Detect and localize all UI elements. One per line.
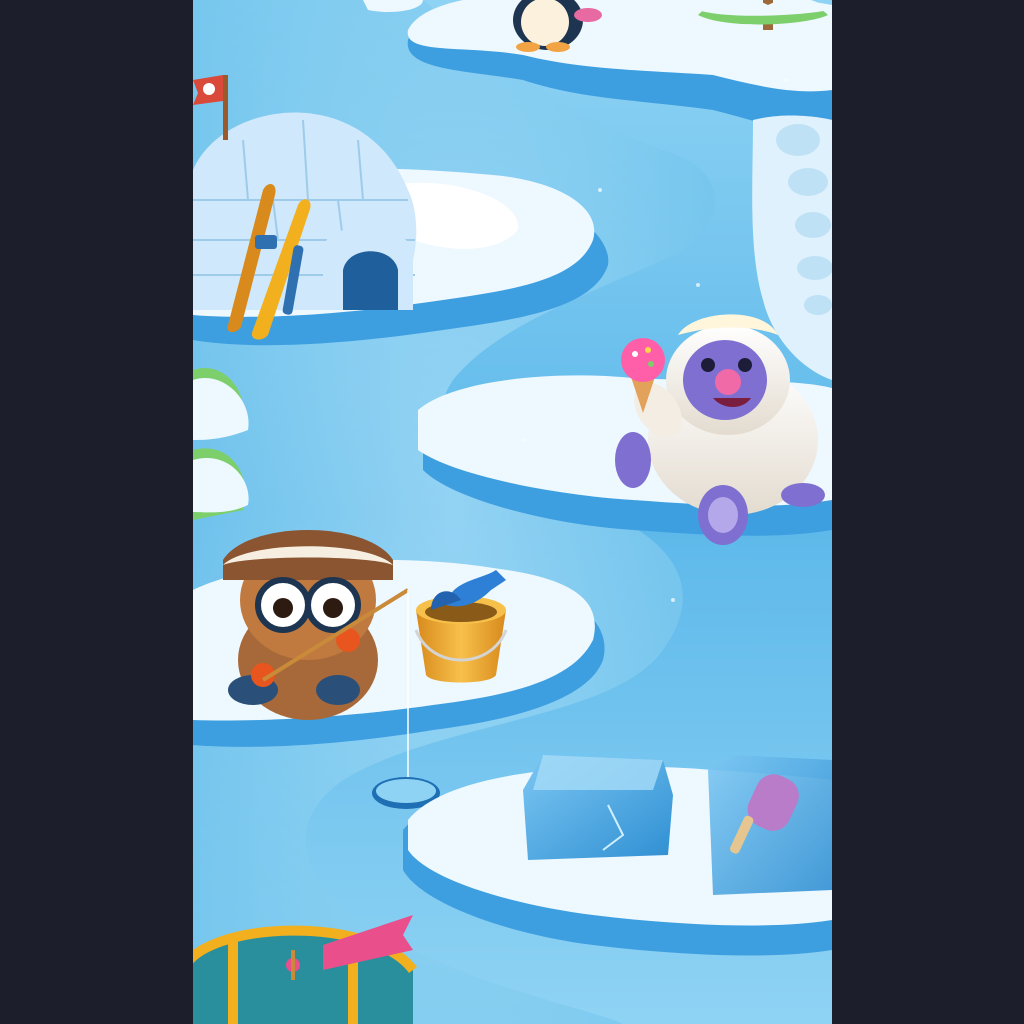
popsicle-icon[interactable] [708, 755, 832, 895]
right-letterbox [832, 0, 1024, 1024]
ice-world-map[interactable] [193, 0, 832, 1024]
game-screen [0, 0, 1024, 1024]
ice-block-icon[interactable] [523, 755, 673, 860]
left-letterbox [0, 0, 193, 1024]
fisher-icon[interactable] [223, 530, 393, 720]
